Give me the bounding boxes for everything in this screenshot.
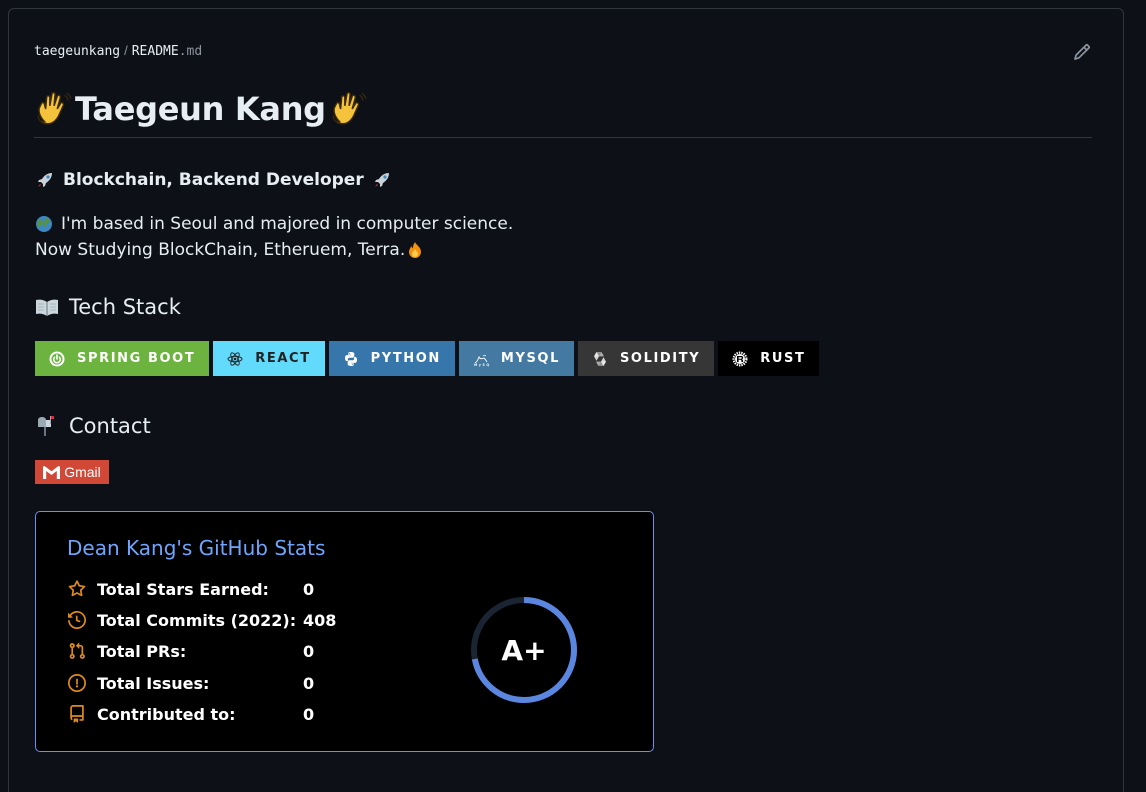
badge-spring-boot[interactable]: SPRING BOOT (35, 341, 210, 376)
stat-value: 0 (303, 579, 315, 599)
title-divider (34, 137, 1092, 138)
bio-text-2: Now Studying BlockChain, Etheruem, Terra… (35, 240, 406, 260)
stat-label: Total PRs: (97, 641, 187, 661)
file-path-breadcrumb: taegeunkang / README.md (34, 43, 202, 59)
react-icon (227, 351, 243, 366)
stat-value: 0 (303, 641, 315, 661)
tech-stack-heading: Tech Stack (35, 295, 181, 319)
rank-grade: A+ (501, 634, 546, 667)
stats-card-title: Dean Kang's GitHub Stats (67, 536, 326, 560)
stat-row-commits: Total Commits (2022): 408 (66, 608, 336, 632)
bio-text-1: I'm based in Seoul and majored in comput… (61, 214, 514, 234)
history-icon (68, 611, 86, 629)
waving-hand-icon (37, 91, 72, 125)
stat-value: 408 (303, 610, 337, 630)
stat-row-issues: Total Issues: 0 (66, 671, 314, 695)
stat-label: Total Commits (2022): (97, 610, 297, 630)
badge-label: SOLIDITY (619, 351, 701, 366)
badge-rust[interactable]: RUST (718, 341, 820, 376)
spring-icon (49, 351, 65, 366)
edit-file-button[interactable] (1070, 40, 1094, 64)
python-icon (344, 351, 357, 366)
stat-row-prs: Total PRs: 0 (66, 639, 314, 663)
stat-row-stars: Total Stars Earned: 0 (66, 577, 314, 601)
svg-text:MySQL: MySQL (474, 363, 489, 367)
waving-hand-icon (332, 91, 367, 125)
badge-solidity[interactable]: SOLIDITY (577, 341, 715, 376)
role-line: Blockchain, Backend Developer (35, 170, 392, 190)
contact-title: Contact (69, 414, 151, 438)
tech-stack-title: Tech Stack (69, 295, 181, 319)
mailbox-icon (38, 416, 54, 436)
tech-badges: SPRING BOOT REACT PYTHON MySQL MYSQL SOL… (35, 341, 820, 376)
star-icon (68, 580, 86, 597)
stat-row-contributed: Contributed to: 0 (66, 702, 314, 726)
file-extension: .md (178, 44, 203, 59)
page-title: Taegeun Kang (75, 90, 326, 128)
gmail-label: Gmail (64, 464, 101, 480)
gmail-badge-link[interactable]: Gmail (35, 460, 109, 484)
rocket-icon (38, 173, 52, 187)
pencil-icon (1074, 44, 1090, 60)
badge-label: REACT (255, 351, 311, 366)
pull-request-icon (69, 642, 85, 659)
open-book-icon (36, 299, 58, 316)
stat-value: 0 (303, 673, 315, 693)
rust-icon (732, 350, 748, 367)
github-stats-card: Dean Kang's GitHub Stats Total Stars Ear… (35, 511, 654, 752)
contact-heading: Contact (35, 414, 151, 438)
file-name: README (131, 44, 179, 59)
solidity-icon (593, 351, 606, 366)
badge-label: PYTHON (370, 351, 441, 366)
gmail-icon (43, 465, 61, 479)
rank-circle: A+ (471, 597, 577, 703)
bio-line-1: I'm based in Seoul and majored in comput… (35, 214, 513, 234)
badge-label: MYSQL (500, 351, 560, 366)
badge-mysql[interactable]: MySQL MYSQL (458, 341, 574, 376)
globe-icon (36, 216, 52, 232)
readme-title: Taegeun Kang (34, 88, 367, 130)
badge-label: SPRING BOOT (77, 351, 196, 366)
repo-icon (70, 705, 84, 723)
mysql-icon: MySQL (474, 354, 489, 367)
issue-icon (68, 674, 86, 692)
stat-label: Total Stars Earned: (97, 579, 269, 599)
role-text: Blockchain, Backend Developer (63, 170, 364, 190)
badge-python[interactable]: PYTHON (328, 341, 455, 376)
badge-label: RUST (760, 351, 806, 366)
repo-owner-link[interactable]: taegeunkang (34, 44, 120, 59)
badge-react[interactable]: REACT (213, 341, 325, 376)
fire-icon (409, 242, 422, 258)
stat-label: Total Issues: (97, 673, 210, 693)
path-separator: / (124, 43, 128, 58)
stat-label: Contributed to: (97, 704, 236, 724)
stat-value: 0 (303, 704, 315, 724)
rocket-icon (374, 173, 389, 187)
bio-line-2: Now Studying BlockChain, Etheruem, Terra… (35, 240, 423, 260)
